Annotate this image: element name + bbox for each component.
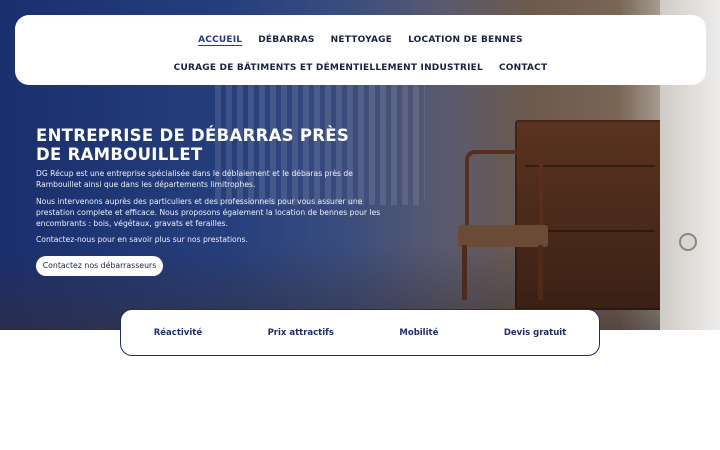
hero-background-chair-seat (458, 225, 548, 247)
feature-prix-attractifs: Prix attractifs (267, 327, 334, 338)
hero-background-chair (465, 150, 543, 234)
contact-debarrasseurs-button[interactable]: Contactez nos débarrasseurs (36, 256, 163, 276)
hero-services-text: Nous intervenons auprès des particuliers… (36, 197, 381, 229)
hero-background-chair-leg (538, 245, 543, 300)
hero-background-chair-leg (462, 245, 467, 300)
nav-link-contact[interactable]: CONTACT (499, 63, 547, 73)
nav-row-primary: ACCUEIL DÉBARRAS NETTOYAGE LOCATION DE B… (15, 35, 706, 45)
feature-reactivite: Réactivité (153, 327, 203, 338)
hero-title: ENTREPRISE DE DÉBARRAS PRÈS DE RAMBOUILL… (36, 126, 350, 164)
main-navigation: ACCUEIL DÉBARRAS NETTOYAGE LOCATION DE B… (15, 15, 706, 85)
hero-background-door-knob (679, 233, 697, 251)
nav-row-secondary: CURAGE DE BÂTIMENTS ET DÉMENTIELLEMENT I… (15, 63, 706, 73)
hero-intro-text: DG Récup est une entreprise spécialisée … (36, 169, 353, 190)
nav-link-curage-batiments[interactable]: CURAGE DE BÂTIMENTS ET DÉMENTIELLEMENT I… (174, 63, 483, 73)
features-bar: Réactivité Prix attractifs Mobilité Devi… (120, 309, 600, 356)
feature-mobilite: Mobilité (399, 327, 439, 338)
nav-link-location-bennes[interactable]: LOCATION DE BENNES (408, 35, 523, 45)
hero-contact-text: Contactez-nous pour en savoir plus sur n… (36, 235, 248, 244)
feature-devis-gratuit: Devis gratuit (503, 327, 567, 338)
nav-link-nettoyage[interactable]: NETTOYAGE (331, 35, 392, 45)
nav-link-accueil[interactable]: ACCUEIL (198, 35, 242, 45)
nav-link-debarras[interactable]: DÉBARRAS (258, 35, 314, 45)
